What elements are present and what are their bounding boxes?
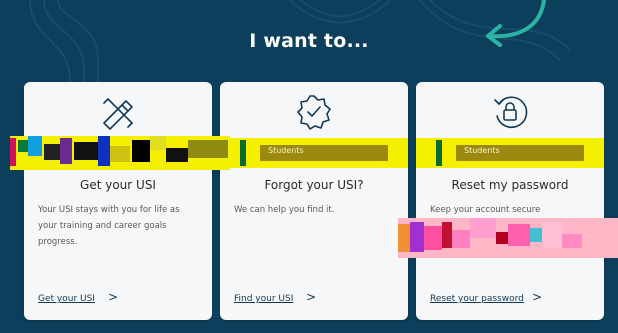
card-description: Keep your account secure (430, 205, 541, 215)
get-usi-card[interactable]: Get your USI Your USI stays with you for… (24, 82, 212, 320)
lock-reset-icon (416, 90, 604, 134)
reset-password-link[interactable]: Reset your password (430, 294, 524, 304)
chevron-right-icon: > (306, 290, 317, 304)
check-badge-icon (220, 90, 408, 134)
tag-bar (240, 140, 246, 166)
glitch-overlay (398, 218, 618, 258)
card-description: Your USI stays with you for life as your… (38, 205, 180, 247)
students-label: Students (268, 146, 304, 155)
card-title: Get your USI (80, 178, 156, 192)
chevron-right-icon: > (108, 290, 119, 304)
students-tag: Students (220, 138, 408, 168)
card-title: Reset my password (451, 178, 569, 192)
card-description: We can help you find it. (234, 205, 335, 215)
page: I want to... Get your USI Your USI stays… (0, 0, 618, 333)
tag-bar (436, 140, 442, 166)
card-title: Forgot your USI? (264, 178, 364, 192)
chevron-right-icon: > (532, 290, 543, 304)
students-label: Students (464, 146, 500, 155)
card-grid: Get your USI Your USI stays with you for… (24, 82, 610, 327)
forgot-usi-card[interactable]: Students Forgot your USI? We can help yo… (220, 82, 408, 320)
pencil-ruler-icon (24, 90, 212, 134)
glitch-overlay (10, 136, 230, 170)
students-tag: Students (416, 138, 604, 168)
find-usi-link[interactable]: Find your USI (234, 294, 293, 304)
get-usi-link[interactable]: Get your USI (38, 294, 95, 304)
reset-password-card[interactable]: Students Reset my password Keep your acc… (416, 82, 604, 320)
page-title: I want to... (249, 30, 369, 52)
